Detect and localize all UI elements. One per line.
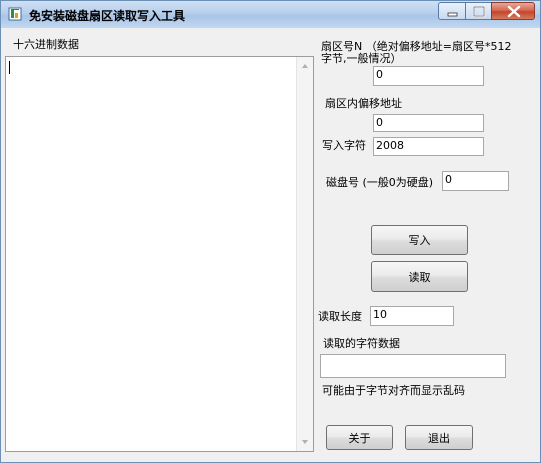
scroll-up-button[interactable] [297, 57, 313, 74]
write-chars-label: 写入字符 [322, 139, 366, 152]
hex-data-textarea[interactable] [5, 56, 314, 452]
hex-data-label: 十六进制数据 [13, 38, 79, 51]
app-window: 免安装磁盘扇区读取写入工具 十六进制数据 扇区号N （绝对偏移地址=扇区号*51… [0, 0, 541, 463]
read-length-input[interactable]: 10 [370, 306, 454, 326]
sector-number-label-cont: 字节,一般情况） [321, 52, 402, 65]
title-bar[interactable]: 免安装磁盘扇区读取写入工具 [1, 1, 540, 28]
write-chars-input[interactable]: 2008 [373, 137, 484, 156]
close-icon [507, 5, 521, 18]
maximize-icon [473, 6, 485, 17]
garbled-note-label: 可能由于字节对齐而显示乱码 [322, 384, 465, 397]
disk-number-input[interactable]: 0 [442, 171, 509, 191]
read-chars-label: 读取的字符数据 [323, 337, 400, 350]
window-title: 免安装磁盘扇区读取写入工具 [29, 9, 186, 23]
text-caret [9, 61, 10, 74]
triangle-up-icon [302, 64, 308, 68]
read-button[interactable]: 读取 [371, 261, 468, 292]
read-chars-output[interactable] [320, 354, 506, 378]
app-icon [8, 7, 22, 21]
about-button[interactable]: 关于 [326, 425, 393, 450]
close-button[interactable] [491, 2, 535, 20]
maximize-button[interactable] [465, 2, 492, 20]
triangle-down-icon [302, 440, 308, 444]
read-length-label: 读取长度 [318, 310, 362, 323]
write-button[interactable]: 写入 [371, 225, 468, 255]
sector-offset-input[interactable]: 0 [373, 114, 484, 132]
scroll-down-button[interactable] [297, 434, 313, 451]
minimize-icon [447, 12, 458, 17]
minimize-button[interactable] [438, 2, 466, 20]
hex-vertical-scrollbar[interactable] [296, 57, 313, 451]
sector-number-input[interactable]: 0 [373, 66, 484, 86]
exit-button[interactable]: 退出 [405, 425, 473, 450]
sector-offset-label: 扇区内偏移地址 [325, 97, 402, 110]
disk-number-label: 磁盘号 (一般0为硬盘) [326, 176, 434, 189]
